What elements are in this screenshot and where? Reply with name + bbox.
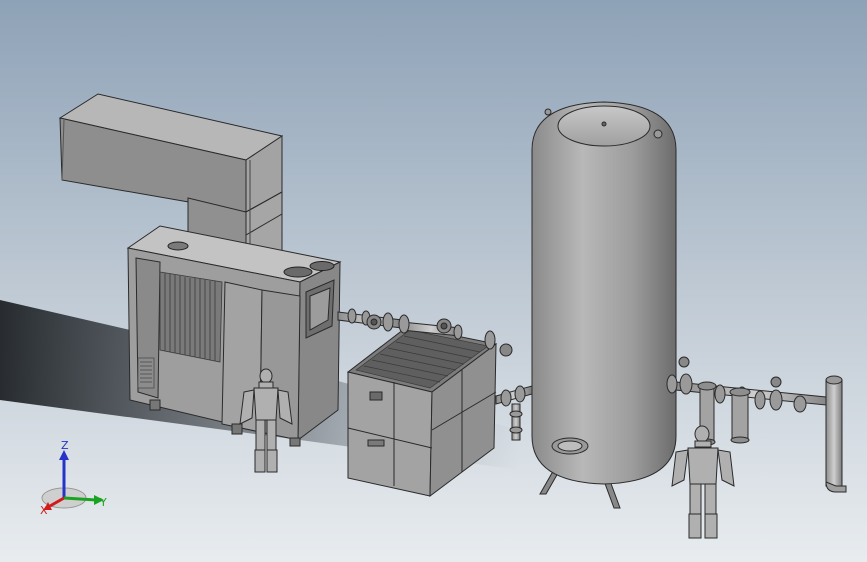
model-scene[interactable] <box>0 0 867 562</box>
valve-handwheel-4[interactable] <box>678 356 690 368</box>
flange-1 <box>347 308 357 324</box>
flange-5 <box>453 324 463 340</box>
cad-viewport[interactable]: Z Y X <box>0 0 867 562</box>
triad-x-label: X <box>40 504 48 517</box>
compressor-grille <box>159 271 223 363</box>
valve-handwheel-3[interactable] <box>499 343 513 357</box>
triad-z-label: Z <box>61 440 69 452</box>
valve-handwheel-5[interactable] <box>770 376 782 388</box>
compressor-lower-vent <box>137 357 155 389</box>
triad-y-label: Y <box>99 496 107 509</box>
flange-6 <box>484 330 496 350</box>
orientation-triad[interactable]: Z Y X <box>30 440 110 520</box>
air-receiver-tank[interactable] <box>531 101 677 509</box>
triad-y-axis <box>63 496 97 502</box>
flange-4 <box>398 314 410 334</box>
flange-3 <box>382 312 394 332</box>
